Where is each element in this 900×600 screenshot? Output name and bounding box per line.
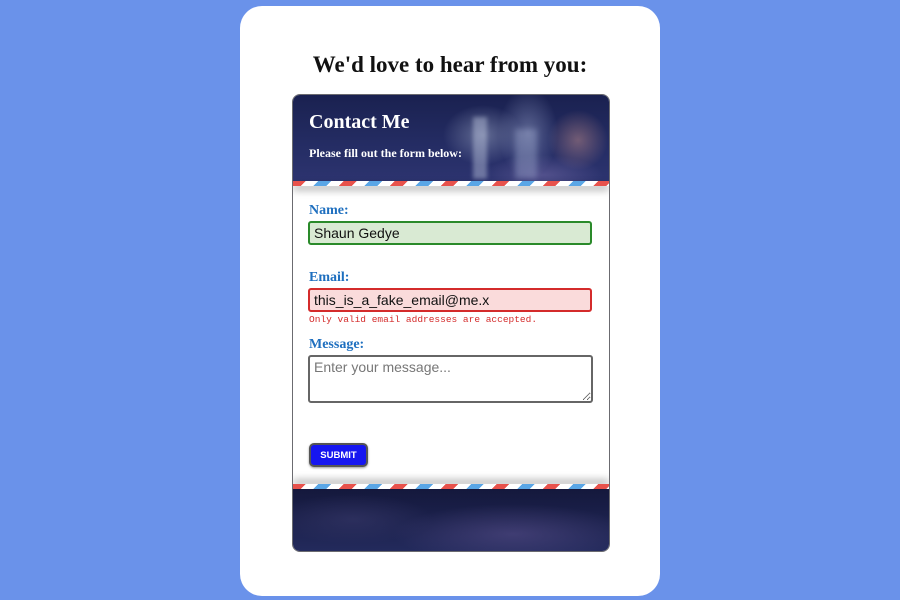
page-heading: We'd love to hear from you:: [312, 52, 588, 77]
city-tower-decoration: [473, 117, 487, 179]
contact-panel: We'd love to hear from you: Contact Me P…: [240, 6, 660, 596]
name-label: Name:: [309, 203, 349, 218]
message-textarea[interactable]: [308, 355, 593, 403]
card-footer-cityscape-image: [293, 489, 609, 551]
card-header-cityscape-image: Contact Me Please fill out the form belo…: [293, 95, 609, 183]
name-input[interactable]: [308, 221, 592, 245]
card-title: Contact Me: [309, 111, 410, 133]
city-building-decoration: [515, 129, 537, 179]
card-subtitle: Please fill out the form below:: [309, 146, 462, 160]
email-input[interactable]: [308, 288, 592, 312]
contact-card: Contact Me Please fill out the form belo…: [292, 94, 610, 552]
submit-button[interactable]: SUBMIT: [309, 443, 368, 467]
airmail-stripe-top: [293, 181, 609, 186]
message-label: Message:: [309, 337, 365, 352]
email-label: Email:: [309, 270, 350, 285]
email-error-message: Only valid email addresses are accepted.: [309, 314, 538, 325]
